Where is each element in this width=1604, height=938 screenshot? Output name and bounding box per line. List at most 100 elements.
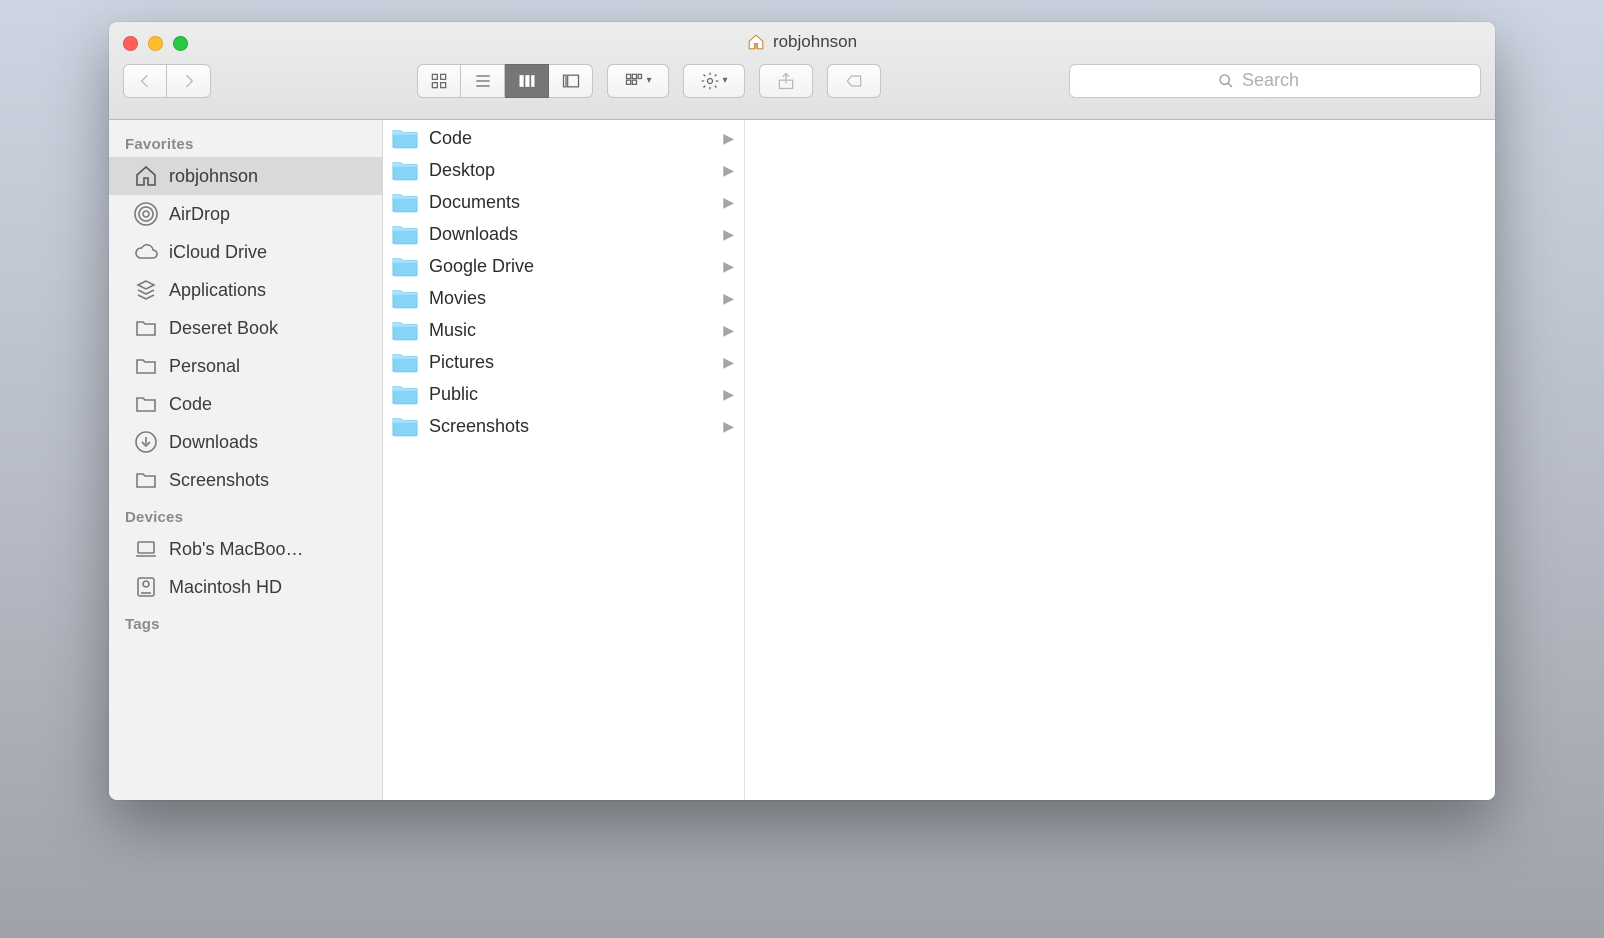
chevron-right-icon: ▶: [723, 130, 734, 147]
file-row[interactable]: Documents▶: [383, 186, 744, 218]
sidebar-item[interactable]: iCloud Drive: [109, 233, 382, 271]
sidebar-heading: Tags: [109, 606, 382, 637]
sidebar-item[interactable]: Personal: [109, 347, 382, 385]
zoom-window-button[interactable]: [173, 36, 188, 51]
sidebar-item-label: Personal: [169, 356, 240, 377]
chevron-right-icon: ▶: [723, 258, 734, 275]
file-name: Google Drive: [429, 256, 723, 277]
file-row[interactable]: Google Drive▶: [383, 250, 744, 282]
back-button[interactable]: [123, 64, 167, 98]
download-icon: [133, 429, 159, 455]
action-button[interactable]: ▾: [683, 64, 745, 98]
sidebar-item[interactable]: Macintosh HD: [109, 568, 382, 606]
sidebar: Favorites robjohnson AirDrop iCloud Drive Ap…: [109, 120, 383, 800]
sidebar-item-label: Applications: [169, 280, 266, 301]
file-row[interactable]: Music▶: [383, 314, 744, 346]
sidebar-item-label: AirDrop: [169, 204, 230, 225]
folder-icon: [133, 467, 159, 493]
window-title-text: robjohnson: [773, 32, 857, 52]
sidebar-item-label: Downloads: [169, 432, 258, 453]
file-row[interactable]: Code▶: [383, 122, 744, 154]
sidebar-item[interactable]: Applications: [109, 271, 382, 309]
sidebar-item-label: Screenshots: [169, 470, 269, 491]
window-body: Favorites robjohnson AirDrop iCloud Drive Ap…: [109, 120, 1495, 800]
search-icon: [1218, 73, 1234, 89]
toolbar: ▾ ▾: [109, 52, 1495, 119]
file-name: Code: [429, 128, 723, 149]
traffic-lights: [123, 36, 188, 51]
folder-icon: [391, 159, 419, 181]
disk-icon: [133, 574, 159, 600]
home-icon: [747, 33, 765, 51]
file-row[interactable]: Screenshots▶: [383, 410, 744, 442]
nav-buttons: [123, 64, 211, 98]
column-1: Code▶Desktop▶Documents▶Downloads▶Google …: [383, 120, 745, 800]
folder-icon: [133, 353, 159, 379]
view-icons-button[interactable]: [417, 64, 461, 98]
columns-area: Code▶Desktop▶Documents▶Downloads▶Google …: [383, 120, 1495, 800]
view-list-button[interactable]: [461, 64, 505, 98]
chevron-right-icon: ▶: [723, 194, 734, 211]
file-name: Screenshots: [429, 416, 723, 437]
window-title: robjohnson: [747, 32, 857, 52]
chevron-right-icon: ▶: [723, 226, 734, 243]
sidebar-item[interactable]: Screenshots: [109, 461, 382, 499]
minimize-window-button[interactable]: [148, 36, 163, 51]
view-columns-button[interactable]: [505, 64, 549, 98]
view-switcher: [417, 64, 593, 98]
sidebar-item-label: Macintosh HD: [169, 577, 282, 598]
apps-icon: [133, 277, 159, 303]
chevron-right-icon: ▶: [723, 322, 734, 339]
sidebar-item-label: Code: [169, 394, 212, 415]
sidebar-item[interactable]: Deseret Book: [109, 309, 382, 347]
laptop-icon: [133, 536, 159, 562]
sidebar-item[interactable]: robjohnson: [109, 157, 382, 195]
cloud-icon: [133, 239, 159, 265]
folder-icon: [133, 391, 159, 417]
folder-icon: [391, 351, 419, 373]
folder-icon: [133, 315, 159, 341]
file-row[interactable]: Public▶: [383, 378, 744, 410]
sidebar-item-label: robjohnson: [169, 166, 258, 187]
sidebar-item[interactable]: AirDrop: [109, 195, 382, 233]
edit-tags-button[interactable]: [827, 64, 881, 98]
home-icon: [133, 163, 159, 189]
file-row[interactable]: Movies▶: [383, 282, 744, 314]
sidebar-heading: Devices: [109, 499, 382, 530]
search-input[interactable]: [1242, 70, 1332, 91]
folder-icon: [391, 127, 419, 149]
file-name: Movies: [429, 288, 723, 309]
file-row[interactable]: Pictures▶: [383, 346, 744, 378]
column-2: [745, 120, 1495, 800]
forward-button[interactable]: [167, 64, 211, 98]
file-name: Music: [429, 320, 723, 341]
file-name: Downloads: [429, 224, 723, 245]
sidebar-item[interactable]: Downloads: [109, 423, 382, 461]
airdrop-icon: [133, 201, 159, 227]
file-name: Documents: [429, 192, 723, 213]
chevron-right-icon: ▶: [723, 418, 734, 435]
share-button[interactable]: [759, 64, 813, 98]
sidebar-item[interactable]: Rob's MacBoo…: [109, 530, 382, 568]
folder-icon: [391, 191, 419, 213]
folder-icon: [391, 255, 419, 277]
file-row[interactable]: Desktop▶: [383, 154, 744, 186]
chevron-right-icon: ▶: [723, 354, 734, 371]
sidebar-item-label: Deseret Book: [169, 318, 278, 339]
close-window-button[interactable]: [123, 36, 138, 51]
folder-icon: [391, 319, 419, 341]
file-row[interactable]: Downloads▶: [383, 218, 744, 250]
chevron-right-icon: ▶: [723, 290, 734, 307]
sidebar-heading: Favorites: [109, 126, 382, 157]
arrange-button[interactable]: ▾: [607, 64, 669, 98]
finder-window: robjohnson ▾ ▾: [109, 22, 1495, 800]
view-gallery-button[interactable]: [549, 64, 593, 98]
chevron-right-icon: ▶: [723, 386, 734, 403]
folder-icon: [391, 287, 419, 309]
sidebar-item[interactable]: Code: [109, 385, 382, 423]
folder-icon: [391, 415, 419, 437]
sidebar-item-label: Rob's MacBoo…: [169, 539, 304, 560]
search-field[interactable]: [1069, 64, 1481, 98]
file-name: Desktop: [429, 160, 723, 181]
file-name: Public: [429, 384, 723, 405]
